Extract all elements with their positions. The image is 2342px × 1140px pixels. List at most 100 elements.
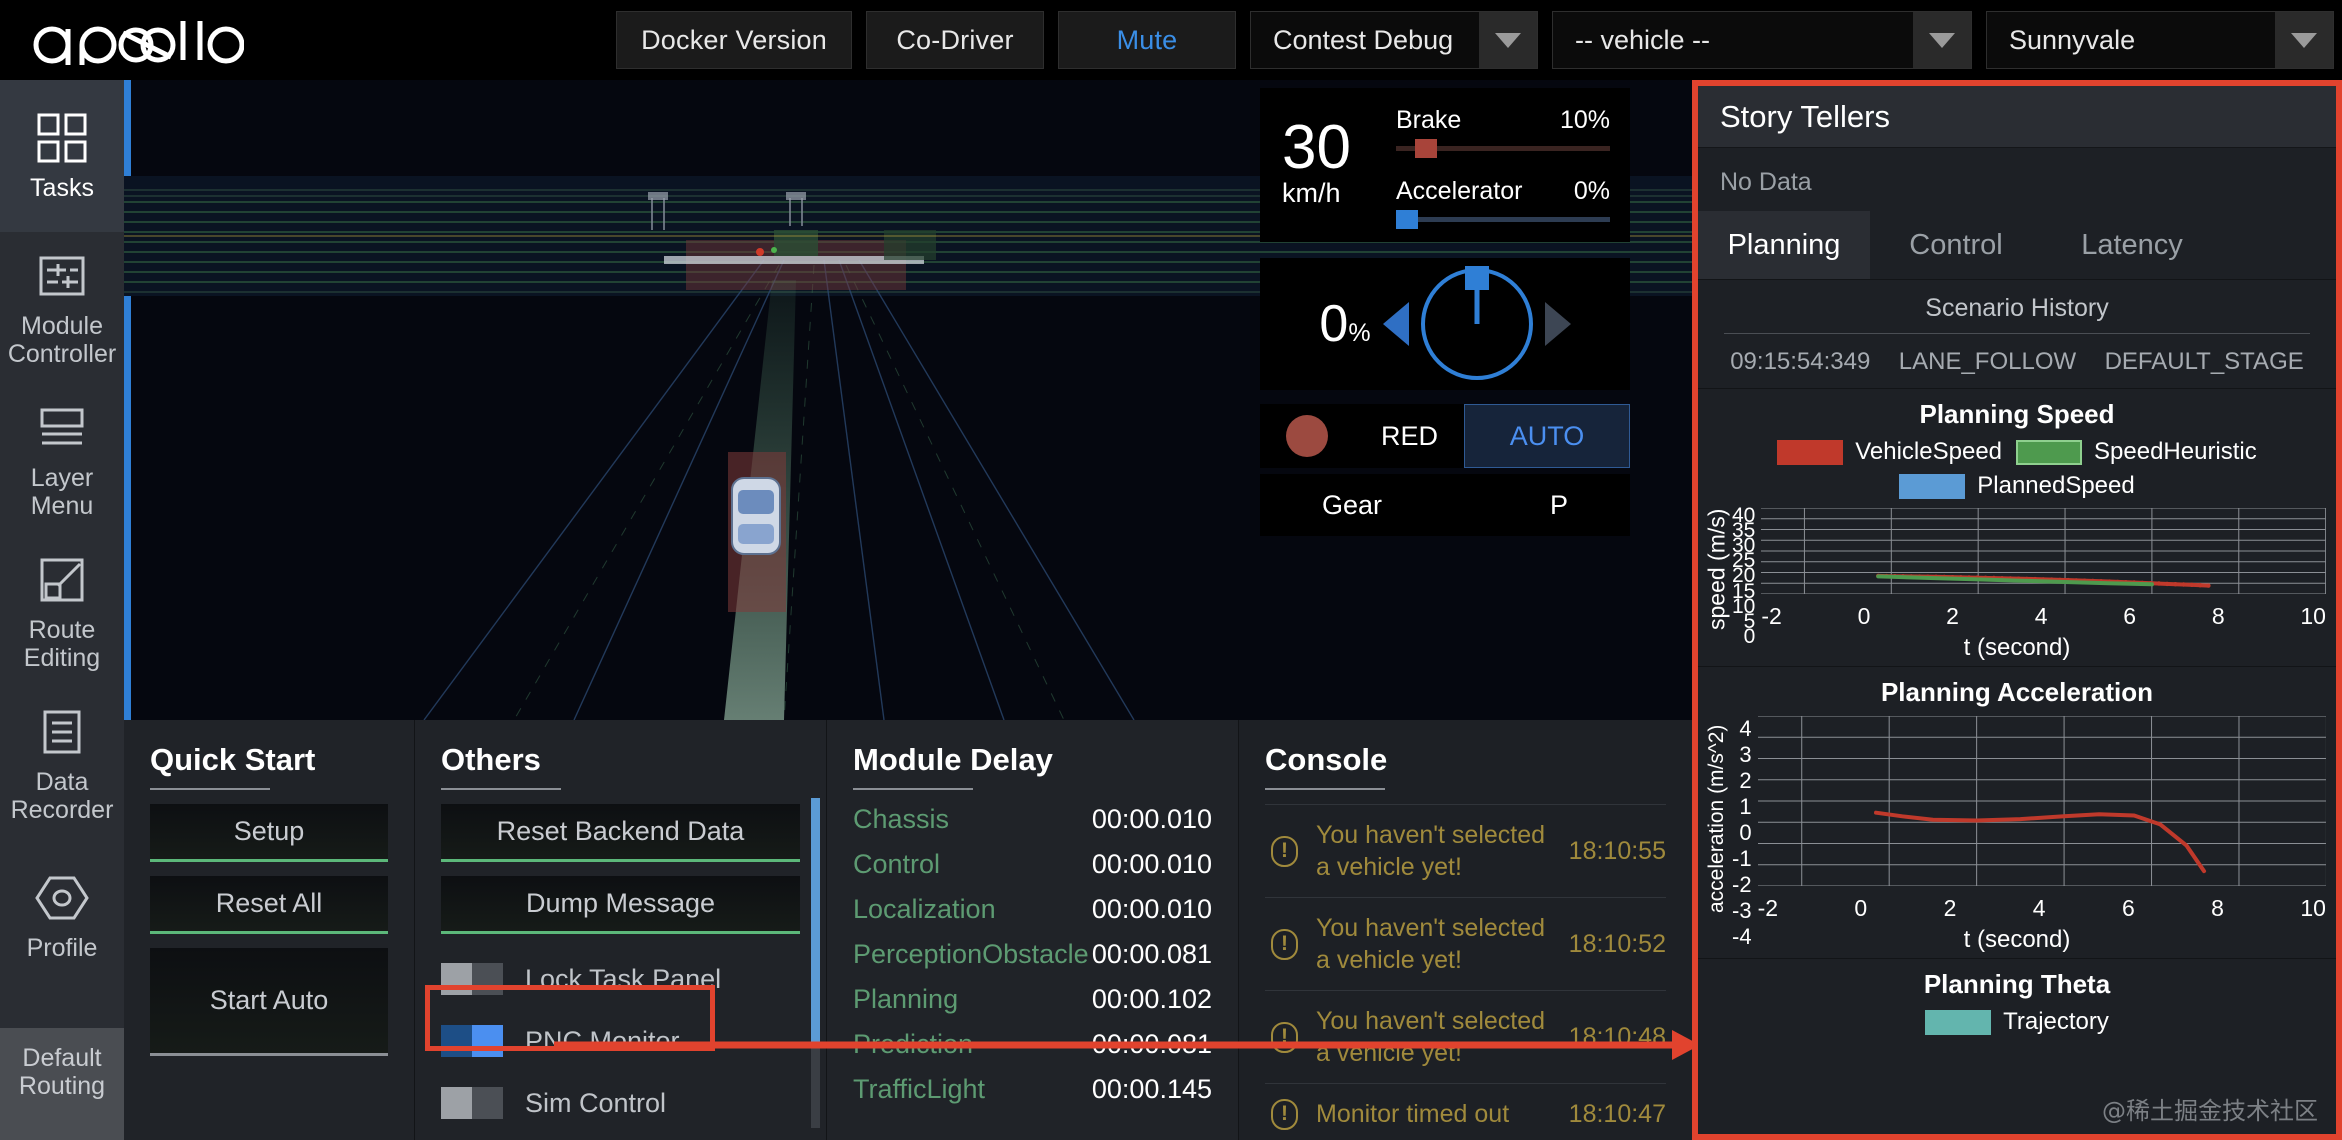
toggle-switch[interactable]: [441, 963, 503, 995]
traffic-light-dot-icon: [1286, 415, 1328, 457]
brake-row: Brake 10%: [1396, 106, 1610, 135]
drive-mode-badge: AUTO: [1464, 404, 1630, 468]
others-scrollbar[interactable]: [811, 798, 820, 1128]
reset-backend-data-button[interactable]: Reset Backend Data: [441, 804, 800, 862]
toggle-lock-task-panel[interactable]: Lock Task Panel: [441, 948, 800, 1010]
bottom-panels: Quick Start Setup Reset All Start Auto O…: [124, 720, 1692, 1140]
console-message: You haven't selected a vehicle yet!: [1316, 1007, 1546, 1067]
axis-tick: 2: [1946, 603, 1959, 629]
sidebar-item-tasks[interactable]: Tasks: [0, 80, 124, 232]
ego-vehicle: [731, 477, 781, 555]
legend-vehicle-speed[interactable]: VehicleSpeed: [1777, 438, 2002, 466]
tab-latency[interactable]: Latency: [2042, 211, 2222, 279]
sidebar-item-module-controller[interactable]: Module Controller: [0, 232, 124, 384]
mode-select[interactable]: Contest Debug: [1250, 11, 1538, 69]
legend-planned-speed[interactable]: PlannedSpeed: [1899, 472, 2135, 500]
steer-left-arrow-icon: [1382, 302, 1409, 346]
steering-value: 0%: [1319, 295, 1371, 353]
dump-message-button[interactable]: Dump Message: [441, 876, 800, 934]
warning-icon: !: [1271, 835, 1298, 867]
panel-title: Console: [1265, 742, 1388, 777]
axis-tick: 2: [1739, 768, 1752, 793]
sidebar-item-profile[interactable]: Profile: [0, 840, 124, 992]
speed-value: 30: [1282, 113, 1351, 183]
tab-control[interactable]: Control: [1870, 211, 2042, 279]
module-name: Chassis: [853, 804, 950, 834]
axis-tick: 4: [2034, 603, 2048, 629]
hexagon-eye-icon: [34, 870, 90, 926]
legend-label: Trajectory: [2003, 1008, 2109, 1035]
reset-all-button[interactable]: Reset All: [150, 876, 388, 934]
planning-acceleration-chart: Planning Acceleration acceleration (m/s^…: [1698, 667, 2336, 958]
sidebar-item-label: Layer Menu: [30, 464, 94, 520]
axis-tick: 6: [2121, 895, 2135, 921]
setup-button[interactable]: Setup: [150, 804, 388, 862]
3d-viewport[interactable]: 30 km/h Brake 10% Accelerator 0% 0% RED …: [124, 80, 1692, 720]
scenario-history: Scenario History 09:15:54:349 LANE_FOLLO…: [1698, 280, 2336, 388]
chevron-down-icon[interactable]: [1913, 12, 1971, 68]
axis-tick: 1: [1739, 794, 1752, 819]
module-name: PerceptionObstacle: [853, 939, 1089, 969]
divider: [853, 788, 973, 790]
console-timestamp: 18:10:52: [1568, 929, 1666, 958]
toggle-switch[interactable]: [441, 1087, 503, 1119]
module-name: Localization: [853, 894, 996, 924]
watermark: @稀土掘金技术社区: [2102, 1097, 2318, 1125]
others-scrollbar-thumb[interactable]: [811, 798, 820, 1043]
toggle-pnc-monitor[interactable]: PNC Monitor: [441, 1010, 800, 1072]
panel-title: Module Delay: [853, 742, 1053, 777]
chevron-down-icon[interactable]: [2275, 12, 2333, 68]
module-delay-value: 00:00.010: [1091, 849, 1212, 879]
vehicle-select[interactable]: -- vehicle --: [1552, 11, 1972, 69]
map-select[interactable]: Sunnyvale: [1986, 11, 2334, 69]
start-auto-button[interactable]: Start Auto: [150, 948, 388, 1056]
steering-dial: [1420, 266, 1533, 380]
chart-title: Planning Acceleration: [1880, 677, 2154, 707]
warning-icon: !: [1271, 1021, 1298, 1053]
toggle-switch[interactable]: [441, 1025, 503, 1057]
planning-speed-chart: Planning Speed VehicleSpeed SpeedHeurist…: [1698, 389, 2336, 666]
x-axis-ticks: -2 0 2 4 6 8 10: [1761, 599, 2326, 630]
warning-icon: !: [1271, 928, 1298, 960]
gear-row: Gear P: [1260, 474, 1630, 536]
steer-right-arrow-icon: [1544, 302, 1571, 346]
module-delay-panel: Module Delay Chassis 00:00.010 Control 00:0…: [826, 720, 1238, 1140]
scenario-name: LANE_FOLLOW: [1898, 348, 2077, 375]
planning-speed-plot: [1761, 507, 2327, 595]
accelerator-row: Accelerator 0%: [1396, 177, 1610, 206]
toggle-sim-control[interactable]: Sim Control: [441, 1072, 800, 1134]
mute-button[interactable]: Mute: [1058, 11, 1236, 69]
axis-tick: -4: [1732, 924, 1752, 949]
left-sidebar: Tasks Module Controller Layer Menu Route…: [0, 80, 124, 1140]
co-driver-button[interactable]: Co-Driver: [866, 11, 1044, 69]
docker-version-button[interactable]: Docker Version: [616, 11, 852, 69]
scenario-time: 09:15:54:349: [1730, 348, 1871, 375]
legend-speed-heuristic[interactable]: SpeedHeuristic: [2016, 438, 2257, 466]
layers-icon: [36, 400, 88, 456]
sidebar-default-routing[interactable]: Default Routing: [0, 1028, 124, 1140]
console-message: You haven't selected a vehicle yet!: [1316, 914, 1546, 974]
y-axis-ticks: 40 35 30 25 20 15 10 5 0: [1732, 505, 1761, 647]
panel-title: Quick Start: [150, 742, 316, 777]
axis-tick: 6: [2123, 603, 2137, 629]
divider: [441, 788, 561, 790]
sidebar-item-data-recorder[interactable]: Data Recorder: [0, 688, 124, 840]
apollo-dreamview-app: Docker Version Co-Driver Mute Contest De…: [0, 0, 2342, 1140]
axis-tick: -1: [1732, 846, 1752, 871]
quick-start-panel: Quick Start Setup Reset All Start Auto: [124, 720, 414, 1140]
legend-label: SpeedHeuristic: [2094, 438, 2257, 465]
document-icon: [36, 704, 88, 760]
sidebar-item-route-editing[interactable]: Route Editing: [0, 536, 124, 688]
axis-tick: -2: [1757, 895, 1779, 921]
module-delay-row: Planning 00:00.102: [853, 984, 1212, 1015]
chevron-down-icon[interactable]: [1479, 12, 1537, 68]
scenario-history-title: Scenario History: [1925, 294, 2109, 322]
legend-trajectory[interactable]: Trajectory: [1925, 1008, 2109, 1036]
sidebar-item-layer-menu[interactable]: Layer Menu: [0, 384, 124, 536]
module-delay-value: 00:00.102: [1091, 984, 1212, 1014]
tab-planning[interactable]: Planning: [1698, 211, 1870, 279]
module-delay-row: Localization 00:00.010: [853, 894, 1212, 925]
module-name: Prediction: [853, 1029, 974, 1059]
chart-legend: Trajectory: [1698, 1008, 2336, 1036]
pedal-meters: Brake 10% Accelerator 0%: [1396, 106, 1610, 229]
